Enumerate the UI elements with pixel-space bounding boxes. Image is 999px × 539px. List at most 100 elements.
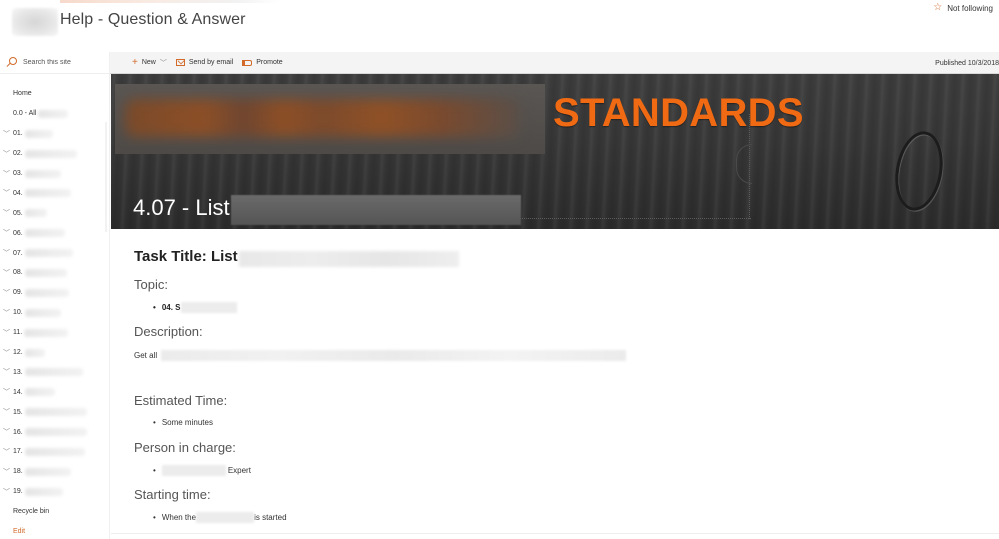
promote-button[interactable]: Promote	[242, 59, 283, 66]
chevron-down-icon[interactable]: ﹀	[0, 129, 13, 139]
chevron-down-icon[interactable]: ﹀	[0, 248, 13, 258]
chevron-down-icon[interactable]: ﹀	[0, 288, 13, 298]
nav-item[interactable]: ﹀ 18.	[0, 462, 110, 482]
chevron-down-icon[interactable]: ﹀	[0, 169, 13, 179]
nav-item-redacted	[24, 487, 63, 496]
promote-label: Promote	[256, 59, 283, 66]
nav-item[interactable]: ﹀ 03.	[0, 164, 110, 184]
site-logo[interactable]	[12, 8, 58, 36]
nav-item-redacted	[24, 408, 87, 417]
nav-item-redacted	[24, 288, 69, 297]
nav-item[interactable]: ﹀ 01.	[0, 124, 110, 144]
nav-item-label: 15.	[13, 408, 23, 416]
chevron-down-icon: ﹀	[159, 59, 167, 67]
nav-item-label: 12.	[13, 349, 23, 357]
chevron-down-icon[interactable]: ﹀	[0, 149, 13, 159]
chevron-down-icon[interactable]: ﹀	[0, 188, 13, 198]
nav-item[interactable]: Home	[0, 84, 110, 104]
nav-item-label: 09.	[13, 289, 23, 297]
site-title[interactable]: Help - Question & Answer	[60, 11, 246, 29]
search-input[interactable]	[23, 59, 103, 66]
chevron-down-icon[interactable]: ﹀	[0, 487, 13, 497]
send-by-email-button[interactable]: Send by email	[175, 59, 234, 66]
nav-item-redacted	[24, 149, 77, 158]
site-header: Help - Question & Answer ☆ Not following	[0, 0, 999, 52]
nav-item-redacted	[38, 109, 69, 118]
description-label: Description:	[134, 324, 203, 339]
follow-label: Not following	[947, 3, 993, 13]
follow-button[interactable]: ☆ Not following	[933, 3, 993, 13]
description-text: Get all	[134, 351, 158, 360]
person-text: Expert	[227, 466, 251, 475]
nav-item-redacted	[24, 209, 47, 218]
nav-item-label: Edit	[13, 528, 26, 536]
nav-item-label: 04.	[13, 189, 23, 197]
chevron-down-icon[interactable]: ﹀	[0, 228, 13, 238]
estimated-time-text: Some minutes	[161, 418, 213, 427]
nav-item-label: 18.	[13, 468, 23, 476]
search-icon	[6, 57, 17, 68]
nav-item-redacted	[24, 169, 61, 178]
nav-item-redacted	[24, 308, 61, 317]
nav-item[interactable]: ﹀ 17.	[0, 442, 110, 462]
task-title-redacted	[239, 251, 459, 267]
chevron-down-icon[interactable]: ﹀	[0, 427, 13, 437]
nav-item-redacted	[24, 428, 87, 437]
nav-list: Home 0.0 - All ﹀ 01. ﹀ 02. ﹀ 03. ﹀ 04. ﹀ 05. ﹀ 06. ﹀ 07…	[0, 84, 110, 539]
nav-item-redacted	[24, 368, 83, 377]
page-title: 4.07 - List	[133, 195, 230, 220]
nav-item[interactable]: ﹀ 19.	[0, 482, 110, 502]
task-title: Task Title: List	[134, 248, 238, 265]
command-bar: + New ﹀ Send by email Promote Published …	[110, 52, 999, 74]
nav-item-redacted	[24, 467, 71, 476]
chevron-down-icon[interactable]: ﹀	[0, 348, 13, 358]
chevron-down-icon[interactable]: ﹀	[0, 208, 13, 218]
nav-item-label: 02.	[13, 150, 23, 158]
nav-item[interactable]: ﹀ 10.	[0, 303, 110, 323]
banner-redacted-text	[125, 99, 520, 137]
chevron-down-icon[interactable]: ﹀	[0, 367, 13, 377]
nav-item[interactable]: ﹀ 07.	[0, 243, 110, 263]
site-search[interactable]	[0, 52, 110, 74]
estimated-time-label: Estimated Time:	[134, 393, 228, 408]
nav-scrollbar[interactable]	[105, 122, 107, 232]
nav-item-label: 01.	[13, 130, 23, 138]
nav-item[interactable]: ﹀ 12.	[0, 343, 110, 363]
nav-item-label: 05.	[13, 209, 23, 217]
chevron-down-icon[interactable]: ﹀	[0, 387, 13, 397]
nav-item[interactable]: ﹀ 14.	[0, 382, 110, 402]
chevron-down-icon[interactable]: ﹀	[0, 268, 13, 278]
nav-item-redacted	[24, 348, 45, 357]
nav-item[interactable]: ﹀ 05.	[0, 203, 110, 223]
nav-item[interactable]: Recycle bin	[0, 502, 110, 522]
nav-item[interactable]: ﹀ 16.	[0, 422, 110, 442]
nav-item[interactable]: Edit	[0, 522, 110, 539]
plus-icon: +	[132, 56, 138, 68]
nav-item[interactable]: ﹀ 13.	[0, 362, 110, 382]
nav-item[interactable]: ﹀ 11.	[0, 323, 110, 343]
nav-item[interactable]: ﹀ 04.	[0, 183, 110, 203]
nav-item[interactable]: ﹀ 09.	[0, 283, 110, 303]
send-by-email-label: Send by email	[188, 59, 234, 66]
banner-graphic-text: STANDARDS	[553, 91, 804, 135]
starting-time-redacted	[196, 512, 255, 523]
nav-item-label: 13.	[13, 368, 23, 376]
nav-item[interactable]: ﹀ 15.	[0, 402, 110, 422]
estimated-time-value: Some minutes	[153, 418, 213, 427]
chevron-down-icon[interactable]: ﹀	[0, 407, 13, 417]
sharepoint-page: Help - Question & Answer ☆ Not following…	[0, 0, 999, 539]
description-redacted	[161, 350, 627, 361]
starting-time-suffix: is started	[254, 513, 287, 522]
nav-item-redacted	[24, 189, 71, 198]
nav-item[interactable]: 0.0 - All	[0, 104, 110, 124]
chevron-down-icon[interactable]: ﹀	[0, 328, 13, 338]
nav-item[interactable]: ﹀ 06.	[0, 223, 110, 243]
chevron-down-icon[interactable]: ﹀	[0, 447, 13, 457]
page-content: Task Title: List Topic: 04. S Descriptio…	[111, 229, 999, 534]
chevron-down-icon[interactable]: ﹀	[0, 467, 13, 477]
nav-item[interactable]: ﹀ 08.	[0, 263, 110, 283]
nav-item[interactable]: ﹀ 02.	[0, 144, 110, 164]
chevron-down-icon[interactable]: ﹀	[0, 308, 13, 318]
new-button[interactable]: + New ﹀	[132, 56, 167, 68]
topic-value-redacted	[180, 302, 237, 313]
